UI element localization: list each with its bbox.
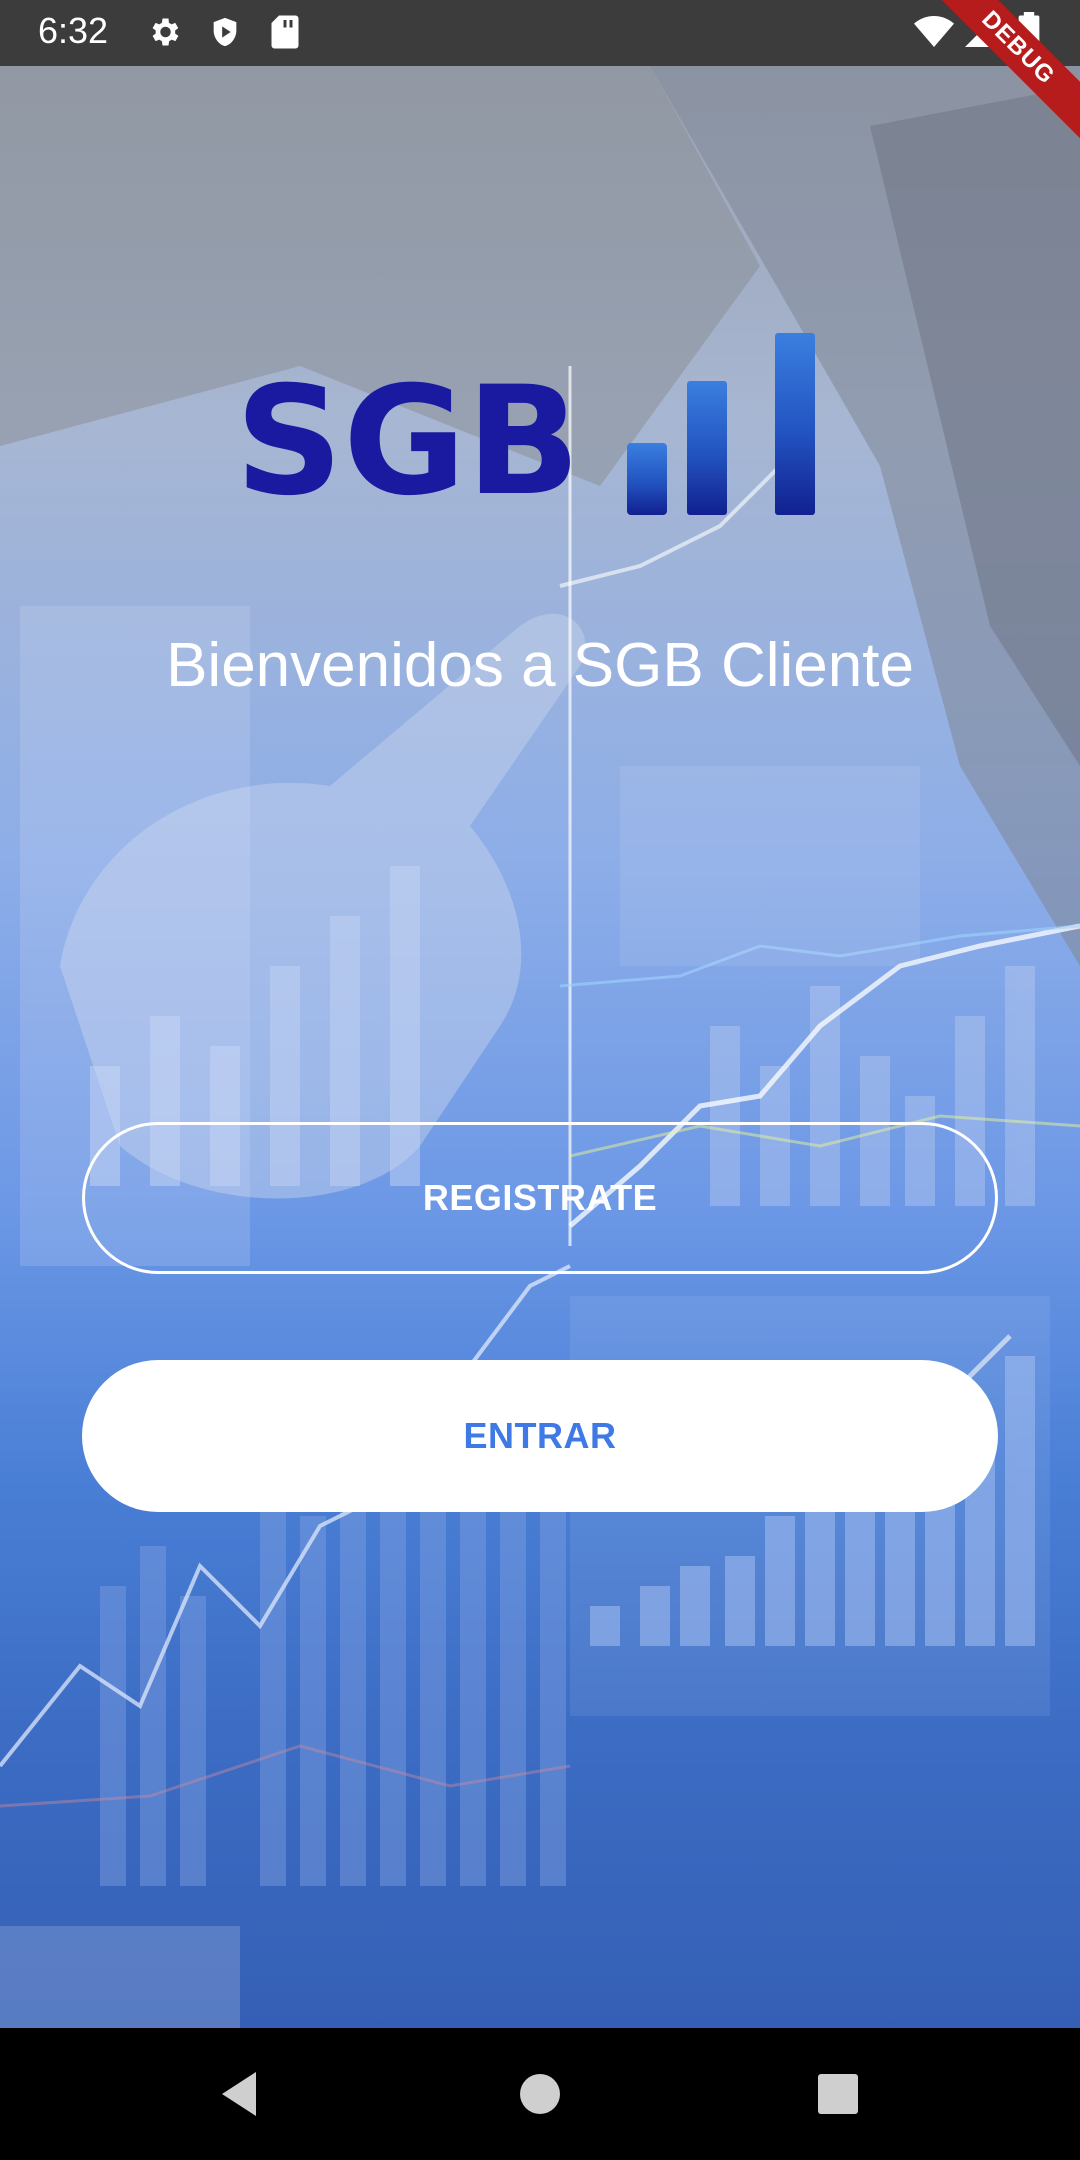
register-button[interactable]: REGISTRATE bbox=[82, 1122, 998, 1274]
sgb-logo: SGB bbox=[235, 325, 845, 540]
sd-card-icon bbox=[270, 14, 300, 55]
recents-icon[interactable] bbox=[808, 2064, 868, 2124]
settings-icon bbox=[146, 14, 182, 55]
logo-bar-3 bbox=[775, 333, 815, 515]
navigation-bar bbox=[0, 2028, 1080, 2160]
register-button-label: REGISTRATE bbox=[422, 1177, 658, 1218]
home-icon[interactable] bbox=[510, 2064, 570, 2124]
shield-icon bbox=[208, 14, 242, 55]
welcome-title: Bienvenidos a SGB Cliente bbox=[166, 631, 914, 700]
status-time: 6:32 bbox=[38, 10, 109, 51]
logo-bar-2 bbox=[687, 381, 727, 515]
wifi-icon bbox=[914, 14, 954, 55]
app-screen: 6:32 DEBUG SGB Bienvenidos a SGB Cliente… bbox=[0, 0, 1080, 2160]
back-icon[interactable] bbox=[210, 2064, 270, 2124]
enter-button[interactable]: ENTRAR bbox=[82, 1360, 998, 1512]
enter-button-label: ENTRAR bbox=[463, 1415, 617, 1456]
logo-bar-1 bbox=[627, 443, 667, 515]
logo-text: SGB bbox=[235, 355, 580, 529]
status-bar: 6:32 DEBUG bbox=[0, 0, 1080, 147]
